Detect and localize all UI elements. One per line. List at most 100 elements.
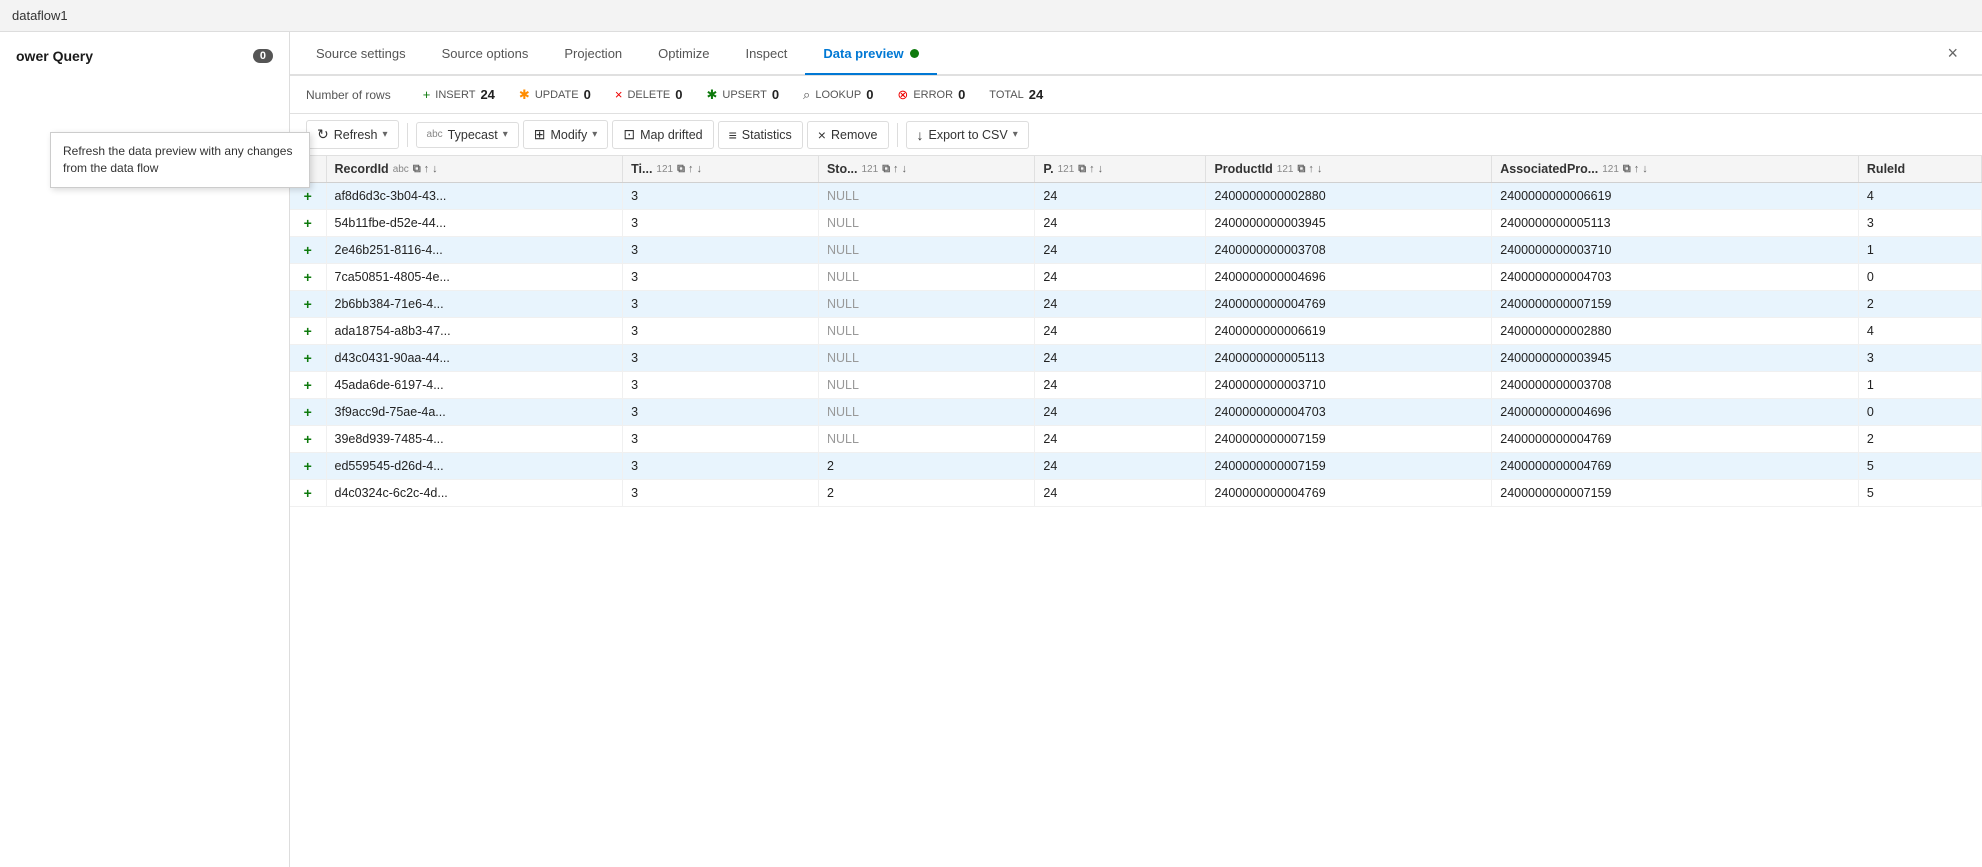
- refresh-dropdown-icon[interactable]: ▾: [383, 129, 388, 140]
- table-row[interactable]: + 2b6bb384-71e6-4... 3 NULL 24 240000000…: [290, 291, 1982, 318]
- col-productid-copy-icon[interactable]: ⧉: [1297, 163, 1305, 176]
- table-row[interactable]: + ada18754-a8b3-47... 3 NULL 24 24000000…: [290, 318, 1982, 345]
- map-drifted-button[interactable]: ⊡ Map drifted: [612, 120, 713, 149]
- remove-button[interactable]: × Remove: [807, 121, 889, 149]
- col-productid-sort-desc-icon[interactable]: ↓: [1317, 163, 1323, 175]
- col-assocpro-sort-asc-icon[interactable]: ↑: [1634, 163, 1640, 175]
- remove-icon: ×: [818, 127, 826, 143]
- cell-ruleid: 3: [1858, 345, 1981, 372]
- cell-ruleid: 5: [1858, 453, 1981, 480]
- cell-ruleid: 3: [1858, 210, 1981, 237]
- col-sort-desc-icon[interactable]: ↓: [432, 163, 438, 175]
- typecast-dropdown-icon[interactable]: ▾: [503, 129, 508, 140]
- col-ruleid-label: RuleId: [1867, 162, 1905, 176]
- table-row[interactable]: + d43c0431-90aa-44... 3 NULL 24 24000000…: [290, 345, 1982, 372]
- col-header-ruleid: RuleId: [1858, 156, 1981, 183]
- col-ti-sort-asc-icon[interactable]: ↑: [688, 163, 694, 175]
- cell-ruleid: 5: [1858, 480, 1981, 507]
- table-row[interactable]: + af8d6d3c-3b04-43... 3 NULL 24 24000000…: [290, 183, 1982, 210]
- map-drifted-icon: ⊡: [623, 126, 635, 143]
- col-copy-icon[interactable]: ⧉: [413, 163, 421, 176]
- tab-projection[interactable]: Projection: [546, 33, 640, 75]
- table-row[interactable]: + d4c0324c-6c2c-4d... 3 2 24 24000000000…: [290, 480, 1982, 507]
- typecast-button[interactable]: abc Typecast ▾: [416, 122, 519, 148]
- table-row[interactable]: + 54b11fbe-d52e-44... 3 NULL 24 24000000…: [290, 210, 1982, 237]
- table-container[interactable]: ↑↓ RecordId abc ⧉ ↑ ↓: [290, 156, 1982, 867]
- cell-ti: 3: [623, 372, 819, 399]
- tab-data-preview[interactable]: Data preview: [805, 33, 936, 75]
- cell-ti: 3: [623, 183, 819, 210]
- col-productid-sort-asc-icon[interactable]: ↑: [1308, 163, 1314, 175]
- table-row[interactable]: + 7ca50851-4805-4e... 3 NULL 24 24000000…: [290, 264, 1982, 291]
- cell-ruleid: 2: [1858, 291, 1981, 318]
- cell-sto: 2: [818, 453, 1034, 480]
- active-indicator: [910, 49, 919, 58]
- cell-p: 24: [1035, 237, 1206, 264]
- cell-recordid: 7ca50851-4805-4e...: [326, 264, 623, 291]
- col-sto-sort-desc-icon[interactable]: ↓: [902, 163, 908, 175]
- table-row[interactable]: + 3f9acc9d-75ae-4a... 3 NULL 24 24000000…: [290, 399, 1982, 426]
- modify-dropdown-icon[interactable]: ▾: [592, 129, 597, 140]
- remove-label: Remove: [831, 128, 878, 142]
- cell-recordid: 2b6bb384-71e6-4...: [326, 291, 623, 318]
- col-sto-copy-icon[interactable]: ⧉: [882, 163, 890, 176]
- close-button[interactable]: ×: [1939, 39, 1966, 68]
- export-csv-button[interactable]: ↓ Export to CSV ▾: [906, 121, 1029, 149]
- sidebar-badge: 0: [253, 49, 273, 63]
- cell-ruleid: 4: [1858, 318, 1981, 345]
- col-assocpro-actions: ⧉ ↑ ↓: [1623, 163, 1648, 176]
- cell-sto: NULL: [818, 318, 1034, 345]
- stat-error: ⊗ ERROR 0: [897, 87, 965, 103]
- col-ti-copy-icon[interactable]: ⧉: [677, 163, 685, 176]
- cell-assocpro: 2400000000003710: [1492, 237, 1859, 264]
- col-p-copy-icon[interactable]: ⧉: [1078, 163, 1086, 176]
- col-p-actions: ⧉ ↑ ↓: [1078, 163, 1103, 176]
- cell-recordid: 3f9acc9d-75ae-4a...: [326, 399, 623, 426]
- cell-ti: 3: [623, 237, 819, 264]
- table-row[interactable]: + 2e46b251-8116-4... 3 NULL 24 240000000…: [290, 237, 1982, 264]
- cell-ti: 3: [623, 426, 819, 453]
- delete-label: DELETE: [627, 89, 670, 101]
- col-assocpro-copy-icon[interactable]: ⧉: [1623, 163, 1631, 176]
- col-p-sort-desc-icon[interactable]: ↓: [1098, 163, 1104, 175]
- cell-ti: 3: [623, 453, 819, 480]
- tab-optimize[interactable]: Optimize: [640, 33, 727, 75]
- stat-delete: × DELETE 0: [615, 87, 683, 102]
- lookup-label: LOOKUP: [815, 89, 861, 101]
- table-row[interactable]: + 45ada6de-6197-4... 3 NULL 24 240000000…: [290, 372, 1982, 399]
- cell-recordid: 45ada6de-6197-4...: [326, 372, 623, 399]
- col-assocpro-sort-desc-icon[interactable]: ↓: [1642, 163, 1648, 175]
- cell-ti: 3: [623, 210, 819, 237]
- statistics-button[interactable]: ≡ Statistics: [718, 121, 803, 149]
- error-value: 0: [958, 87, 965, 102]
- table-row[interactable]: + 39e8d939-7485-4... 3 NULL 24 240000000…: [290, 426, 1982, 453]
- num-rows-label: Number of rows: [306, 88, 391, 102]
- tooltip-text: Refresh the data preview with any change…: [63, 144, 292, 175]
- refresh-button[interactable]: ↻ Refresh ▾: [306, 120, 399, 149]
- col-ti-sort-desc-icon[interactable]: ↓: [696, 163, 702, 175]
- tab-source-settings[interactable]: Source settings: [298, 33, 424, 75]
- cell-productid: 2400000000003708: [1206, 237, 1492, 264]
- cell-assocpro: 2400000000006619: [1492, 183, 1859, 210]
- cell-ruleid: 0: [1858, 399, 1981, 426]
- col-header-productid: ProductId 121 ⧉ ↑ ↓: [1206, 156, 1492, 183]
- col-sto-sort-asc-icon[interactable]: ↑: [893, 163, 899, 175]
- content-area: Source settings Source options Projectio…: [290, 32, 1982, 867]
- tab-inspect[interactable]: Inspect: [727, 33, 805, 75]
- modify-button[interactable]: ⊞ Modify ▾: [523, 120, 609, 149]
- col-p-sort-asc-icon[interactable]: ↑: [1089, 163, 1095, 175]
- stat-update: ✱ UPDATE 0: [519, 87, 591, 103]
- stat-lookup: ⌕ LOOKUP 0: [803, 87, 873, 103]
- export-icon: ↓: [917, 127, 924, 143]
- row-insert-indicator: +: [290, 264, 326, 291]
- row-insert-indicator: +: [290, 291, 326, 318]
- cell-sto: NULL: [818, 210, 1034, 237]
- cell-ti: 3: [623, 318, 819, 345]
- export-dropdown-icon[interactable]: ▾: [1013, 129, 1018, 140]
- cell-ruleid: 0: [1858, 264, 1981, 291]
- tab-source-options[interactable]: Source options: [424, 33, 547, 75]
- table-row[interactable]: + ed559545-d26d-4... 3 2 24 240000000000…: [290, 453, 1982, 480]
- col-recordid-actions: ⧉ ↑ ↓: [413, 163, 438, 176]
- col-sort-asc-icon[interactable]: ↑: [424, 163, 430, 175]
- col-assocpro-label: AssociatedPro...: [1500, 162, 1598, 176]
